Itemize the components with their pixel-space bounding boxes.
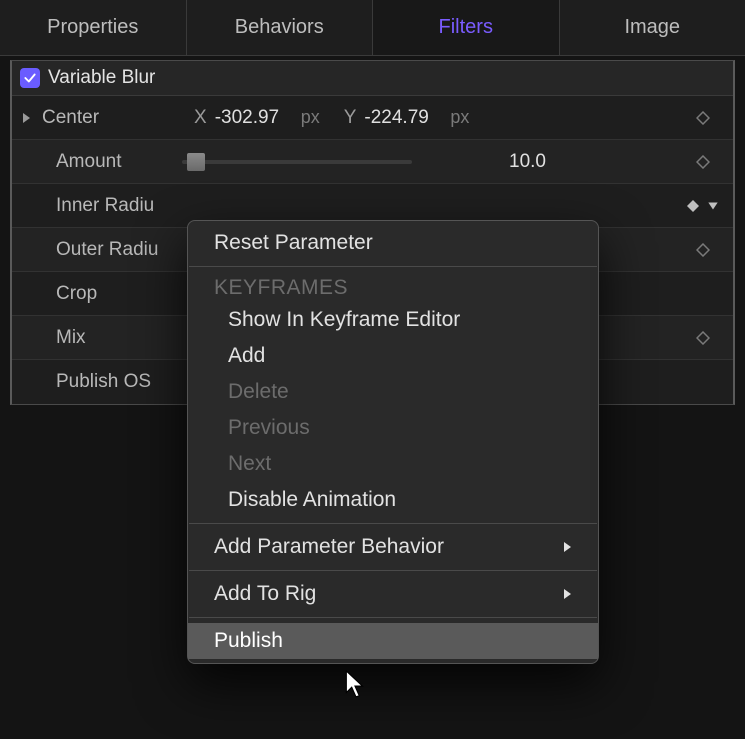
tab-filters-label: Filters xyxy=(439,16,493,39)
parameter-context-menu: Reset Parameter KEYFRAMES Show In Keyfra… xyxy=(187,220,599,664)
center-x-unit: px xyxy=(301,107,320,128)
amount-slider[interactable] xyxy=(182,152,412,172)
keyframe-mix[interactable] xyxy=(673,331,733,345)
diamond-icon xyxy=(696,243,710,257)
center-y-value[interactable]: -224.79 xyxy=(364,107,444,129)
axis-x-label: X xyxy=(194,107,207,129)
tab-behaviors[interactable]: Behaviors xyxy=(187,0,374,55)
menu-separator xyxy=(189,266,597,267)
menu-publish[interactable]: Publish xyxy=(188,623,598,659)
filter-enable-checkbox[interactable] xyxy=(20,68,40,88)
diamond-icon xyxy=(696,155,710,169)
disclosure-triangle[interactable] xyxy=(12,112,40,124)
keyframe-inner[interactable] xyxy=(673,199,733,213)
menu-separator xyxy=(189,617,597,618)
chevron-down-icon xyxy=(706,199,720,213)
param-outer-label: Outer Radiu xyxy=(12,239,182,261)
mouse-cursor xyxy=(345,670,367,706)
param-center-label: Center xyxy=(40,107,190,129)
menu-show-in-keyframe-editor[interactable]: Show In Keyframe Editor xyxy=(188,302,598,338)
axis-y-label: Y xyxy=(344,107,357,129)
tab-filters[interactable]: Filters xyxy=(373,0,560,55)
param-inner-label: Inner Radiu xyxy=(12,195,182,217)
filter-header: Variable Blur xyxy=(12,61,733,96)
tab-properties-label: Properties xyxy=(47,16,138,39)
triangle-right-icon xyxy=(21,112,31,124)
menu-add-to-rig[interactable]: Add To Rig xyxy=(188,576,598,612)
diamond-icon xyxy=(696,111,710,125)
menu-delete-keyframe: Delete xyxy=(188,374,598,410)
param-mix-label: Mix xyxy=(12,327,182,349)
menu-add-keyframe[interactable]: Add xyxy=(188,338,598,374)
keyframe-amount[interactable] xyxy=(673,155,733,169)
diamond-filled-icon xyxy=(686,199,700,213)
tab-image-label: Image xyxy=(624,16,680,39)
menu-previous-keyframe: Previous xyxy=(188,410,598,446)
param-amount-label: Amount xyxy=(12,151,182,173)
keyframe-outer[interactable] xyxy=(673,243,733,257)
keyframe-center[interactable] xyxy=(673,111,733,125)
center-x-value[interactable]: -302.97 xyxy=(215,107,295,129)
submenu-arrow-icon xyxy=(562,582,572,606)
menu-next-keyframe: Next xyxy=(188,446,598,482)
param-crop-label: Crop xyxy=(12,283,182,305)
tab-behaviors-label: Behaviors xyxy=(235,16,324,39)
filter-title: Variable Blur xyxy=(48,67,155,89)
menu-separator xyxy=(189,523,597,524)
menu-add-parameter-behavior[interactable]: Add Parameter Behavior xyxy=(188,529,598,565)
inspector-tabs: Properties Behaviors Filters Image xyxy=(0,0,745,56)
tab-image[interactable]: Image xyxy=(560,0,745,55)
center-y-unit: px xyxy=(450,107,469,128)
menu-reset-parameter[interactable]: Reset Parameter xyxy=(188,225,598,261)
param-center-row: Center X -302.97 px Y -224.79 px xyxy=(12,96,733,140)
submenu-arrow-icon xyxy=(562,535,572,559)
diamond-icon xyxy=(696,331,710,345)
menu-disable-animation[interactable]: Disable Animation xyxy=(188,482,598,518)
param-publish-osc-label: Publish OS xyxy=(12,371,182,393)
amount-value[interactable]: 10.0 xyxy=(412,151,673,173)
param-amount-row: Amount 10.0 xyxy=(12,140,733,184)
menu-separator xyxy=(189,570,597,571)
checkmark-icon xyxy=(23,71,37,85)
slider-thumb[interactable] xyxy=(187,153,205,171)
menu-keyframes-header: KEYFRAMES xyxy=(188,272,598,302)
tab-properties[interactable]: Properties xyxy=(0,0,187,55)
